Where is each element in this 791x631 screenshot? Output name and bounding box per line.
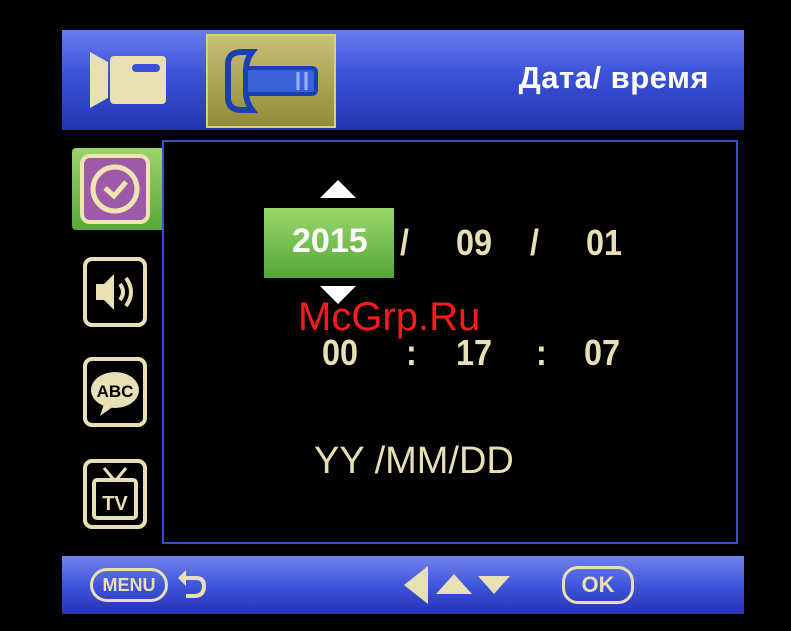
- menu-button[interactable]: MENU: [90, 568, 168, 602]
- date-time-panel: [162, 140, 738, 544]
- watermark: McGrp.Ru: [298, 295, 481, 339]
- second-value[interactable]: 07: [584, 332, 620, 374]
- back-arrow-icon[interactable]: [176, 568, 208, 602]
- svg-text:ABC: ABC: [97, 382, 134, 401]
- date-separator: /: [530, 222, 540, 263]
- increase-arrow-icon[interactable]: [320, 180, 356, 198]
- tv-icon: TV: [83, 459, 147, 529]
- down-arrow-icon: [478, 576, 510, 594]
- tab-setup[interactable]: [206, 34, 336, 128]
- sidebar-item-clock[interactable]: [72, 148, 162, 230]
- navigation-arrows: [404, 566, 510, 604]
- day-value[interactable]: 01: [586, 222, 622, 264]
- sidebar-item-language[interactable]: ABC: [82, 356, 148, 428]
- month-value[interactable]: 09: [456, 222, 492, 264]
- speaker-icon: [83, 257, 147, 327]
- video-camera-icon: [90, 52, 166, 108]
- left-arrow-icon: [404, 566, 428, 604]
- sidebar-item-sound[interactable]: [82, 256, 148, 328]
- ok-button[interactable]: OK: [562, 566, 634, 604]
- page-title: Дата/ время: [518, 60, 709, 95]
- svg-text:TV: TV: [102, 493, 128, 515]
- abc-bubble-icon: ABC: [83, 357, 147, 427]
- clock-icon: [80, 154, 150, 224]
- wrench-icon: [225, 49, 318, 113]
- tab-video[interactable]: [88, 40, 188, 120]
- sidebar-item-tv[interactable]: TV: [82, 458, 148, 530]
- time-separator: :: [536, 332, 547, 373]
- up-arrow-icon: [436, 574, 472, 594]
- date-format-label[interactable]: YY /MM/DD: [314, 440, 514, 483]
- year-value: 2015: [292, 222, 368, 260]
- date-separator: /: [400, 222, 410, 263]
